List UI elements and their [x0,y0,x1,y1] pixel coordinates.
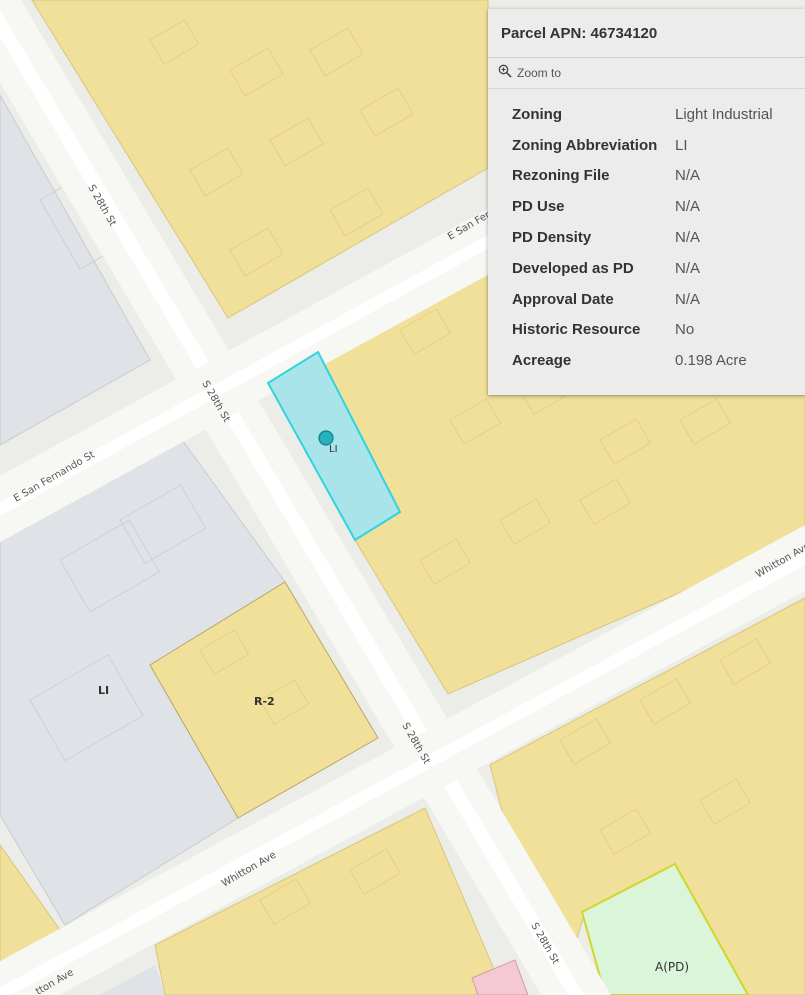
popup-title: Parcel APN: 46734120 [501,24,658,42]
attribute-value: LI [675,136,688,154]
attribute-label: Acreage [512,352,572,370]
zoom-in-icon [498,64,512,83]
attribute-row: Rezoning File N/A [512,161,773,192]
attribute-label: Rezoning File [512,167,610,185]
zoom-to-label: Zoom to [517,66,562,80]
selected-parcel-zone-label: LI [329,444,338,455]
attribute-value: N/A [675,290,701,308]
attribute-row: PD Density N/A [512,222,773,253]
zone-label-apd: A(PD) [655,960,689,974]
attribute-value: N/A [675,167,701,185]
attribute-value: N/A [675,229,701,247]
popup-header: Parcel APN: 46734120 [488,9,805,58]
zone-label-li: LI [98,684,109,697]
attribute-row: Approval Date N/A [512,284,773,315]
attribute-row: Developed as PD N/A [512,253,773,284]
attribute-value: No [675,321,695,339]
attribute-row: PD Use N/A [512,191,773,222]
selected-parcel-marker [318,430,334,446]
attribute-label: Zoning [512,105,562,123]
zoom-to-button[interactable]: Zoom to [488,58,805,89]
attribute-row: Zoning Light Industrial [512,99,773,130]
attribute-label: Approval Date [512,290,614,308]
attribute-table: Zoning Light Industrial Zoning Abbreviatio… [512,99,773,376]
attribute-row: Historic Resource No [512,315,773,346]
attribute-label: Historic Resource [512,321,641,339]
attribute-label: Zoning Abbreviation [512,136,658,154]
attribute-value: N/A [675,198,701,216]
attribute-value: N/A [675,259,701,277]
parcel-popup: Parcel APN: 46734120 Zoom to Zoning Light… [488,9,805,395]
attribute-label: PD Use [512,198,565,216]
attribute-value: Light Industrial [675,105,773,123]
attribute-row: Zoning Abbreviation LI [512,130,773,161]
attribute-row: Acreage 0.198 Acre [512,345,773,376]
attribute-value: 0.198 Acre [675,352,747,370]
zone-label-r2: R-2 [254,695,275,708]
attribute-label: Developed as PD [512,259,634,277]
attribute-label: PD Density [512,229,592,247]
